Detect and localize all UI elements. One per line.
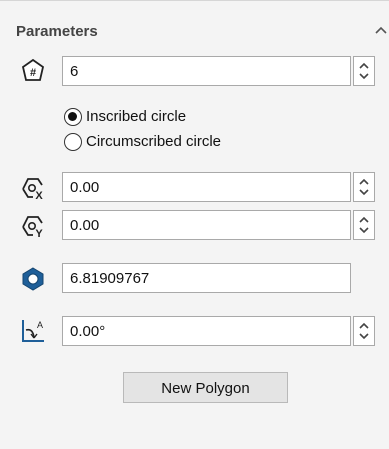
sides-row: # (0, 56, 389, 90)
angle-spinner[interactable] (353, 316, 375, 346)
center-x-row: X (0, 172, 389, 206)
inscribed-circle-radio[interactable] (64, 108, 82, 126)
sides-spinner[interactable] (353, 56, 375, 86)
angle-row: A (0, 316, 389, 350)
diameter-row (0, 263, 389, 297)
chevron-up-icon[interactable] (373, 23, 389, 39)
svg-text:#: # (30, 67, 36, 79)
center-x-input[interactable] (62, 172, 351, 202)
diameter-input[interactable] (62, 263, 351, 293)
center-x-spinner[interactable] (353, 172, 375, 202)
center-y-row: Y (0, 210, 389, 244)
sides-input[interactable] (62, 56, 351, 86)
polygon-diameter-icon (20, 266, 46, 292)
new-polygon-button[interactable]: New Polygon (123, 372, 288, 403)
polygon-sides-icon: # (20, 58, 46, 84)
center-y-input[interactable] (62, 210, 351, 240)
parameters-header[interactable]: Parameters (16, 23, 389, 45)
center-y-spinner[interactable] (353, 210, 375, 240)
panel-title: Parameters (16, 23, 98, 40)
center-x-icon: X (20, 175, 46, 202)
svg-text:Y: Y (35, 228, 43, 239)
svg-text:X: X (35, 190, 43, 201)
polygon-property-panel: Parameters # Inscribed circle Circumscri… (0, 0, 389, 449)
inscribed-circle-label: Inscribed circle (86, 108, 187, 125)
svg-text:A: A (37, 320, 43, 330)
circumscribed-circle-radio[interactable] (64, 133, 82, 151)
angle-input[interactable] (62, 316, 351, 346)
circumscribed-circle-label: Circumscribed circle (86, 133, 222, 150)
angle-icon: A (20, 318, 46, 344)
center-y-icon: Y (20, 213, 46, 240)
